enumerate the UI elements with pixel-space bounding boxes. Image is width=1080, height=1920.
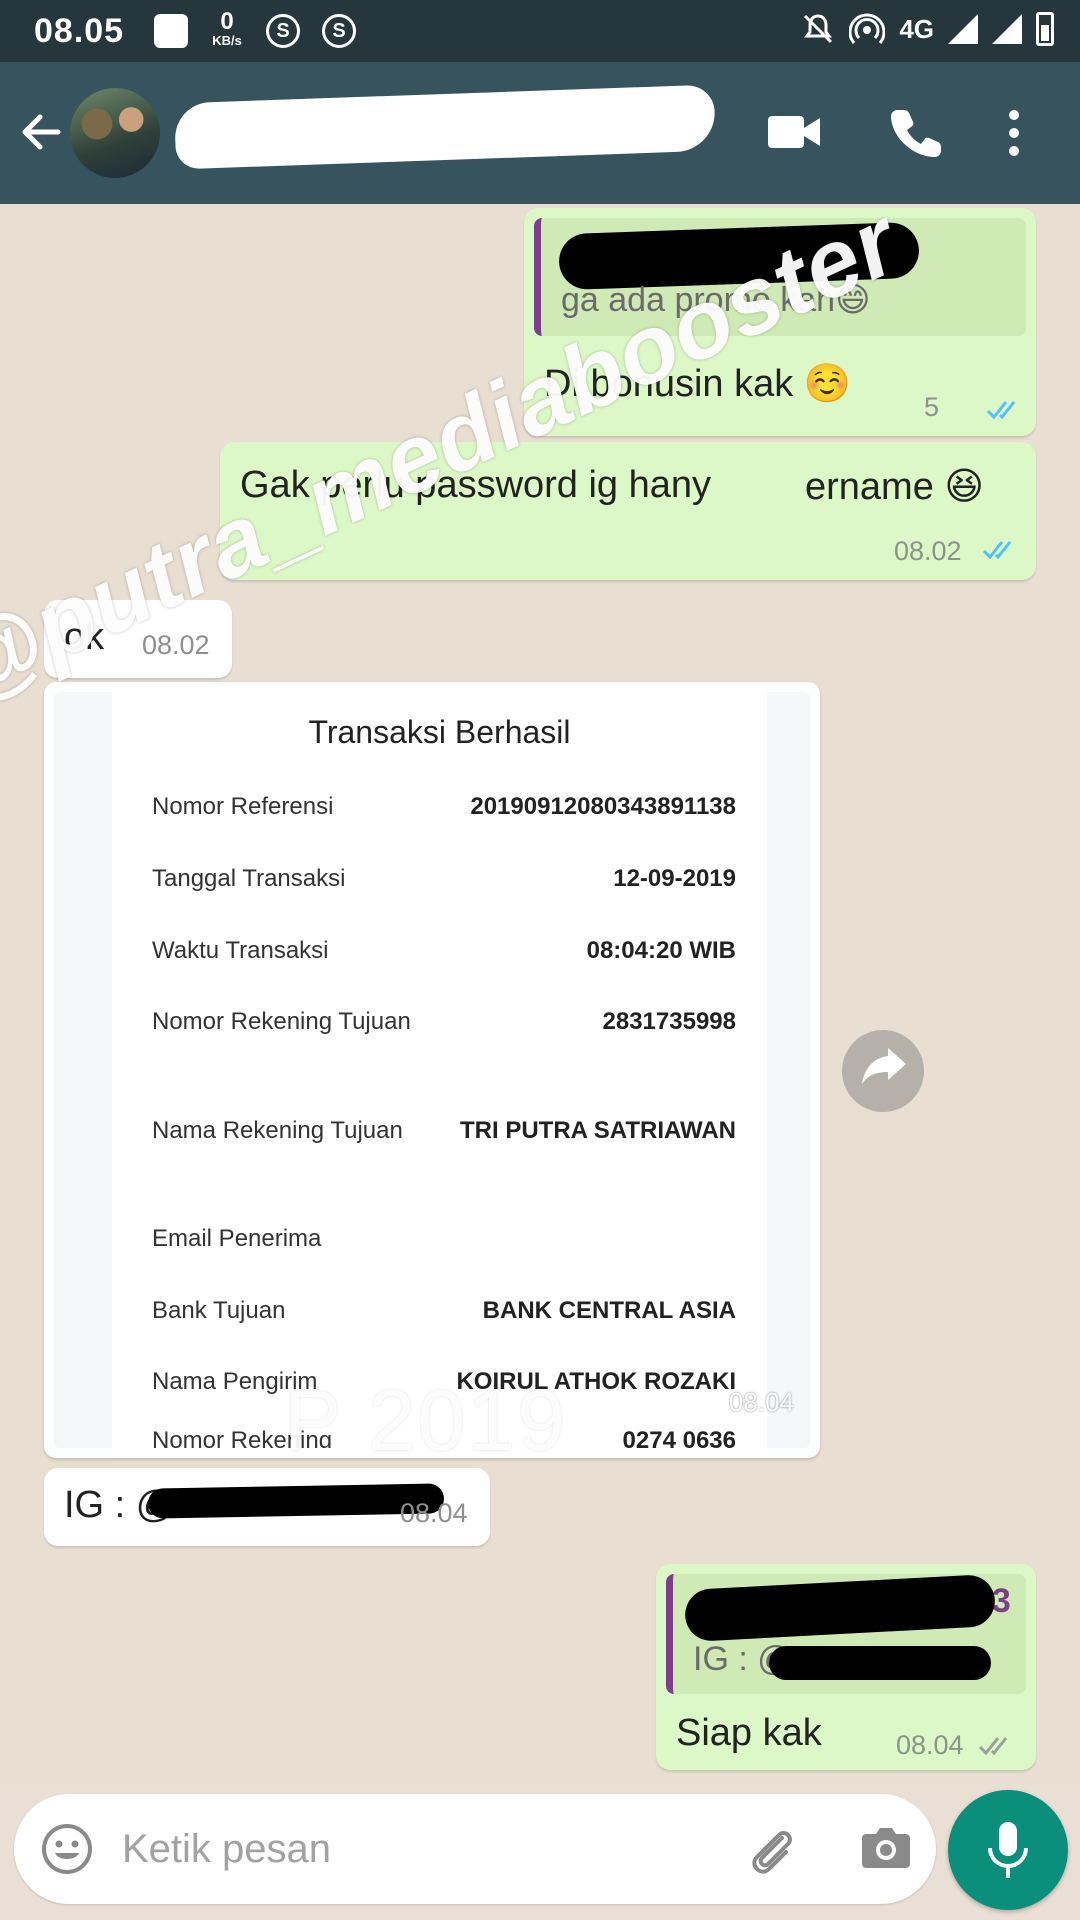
receipt-title: Transaksi Berhasil bbox=[308, 714, 571, 750]
notification-s-icon: S bbox=[266, 14, 300, 48]
image-message-receipt[interactable]: Transaksi Berhasil Nomor Referensi 20190… bbox=[44, 682, 820, 1458]
status-time: 08.05 bbox=[34, 12, 125, 50]
message-time: 08.04 bbox=[400, 1498, 468, 1528]
message-time: 08.02 bbox=[894, 536, 962, 566]
status-right-icons: 4G bbox=[801, 12, 1054, 46]
camera-icon[interactable] bbox=[860, 1824, 912, 1872]
redacted-quote-author bbox=[683, 1574, 997, 1643]
microphone-icon bbox=[988, 1822, 1028, 1878]
receipt-label: Tanggal Transaksi bbox=[152, 865, 346, 892]
network-speed: 0 KB/s bbox=[205, 8, 249, 48]
receipt-label: Nama Rekening Tujuan bbox=[152, 1117, 403, 1144]
receipt-value: 12-09-2019 bbox=[613, 865, 736, 892]
receipt-value: 08:04:20 WIB bbox=[586, 937, 736, 964]
more-options-icon[interactable] bbox=[1000, 108, 1028, 158]
signal-icon bbox=[948, 14, 978, 44]
message-time: 08.04 bbox=[896, 1730, 964, 1760]
message-composer bbox=[14, 1794, 936, 1904]
notification-square-icon bbox=[154, 14, 188, 48]
receipt-value: 20190912080343891138 bbox=[470, 793, 736, 820]
receipt-label: Nomor Rekening Tujuan bbox=[152, 1008, 411, 1035]
chat-area[interactable]: ga ada promo kah😄 Di bonusin kak ☺️ 5 Ga… bbox=[0, 204, 1080, 1784]
forward-button[interactable] bbox=[842, 1030, 924, 1112]
forward-icon bbox=[862, 1048, 906, 1084]
video-call-icon[interactable] bbox=[766, 110, 822, 154]
image-date-stamp: P 2019 bbox=[284, 1373, 568, 1458]
network-speed-value: 0 bbox=[220, 8, 234, 35]
receipt-label: Email Penerima bbox=[152, 1225, 322, 1252]
message-text: Siap kak bbox=[676, 1712, 822, 1754]
network-speed-unit: KB/s bbox=[212, 33, 242, 48]
emoji-icon[interactable] bbox=[40, 1822, 94, 1876]
delivered-receipt-icon bbox=[978, 1737, 1008, 1756]
message-time: 5 bbox=[924, 392, 940, 422]
quoted-message[interactable]: 63 IG : @ bbox=[666, 1574, 1026, 1694]
message-time: 08.04 bbox=[728, 1387, 794, 1417]
mute-icon bbox=[804, 14, 833, 44]
receipt-value: 2831735998 bbox=[602, 1008, 736, 1035]
network-type: 4G bbox=[899, 13, 934, 44]
voice-call-icon[interactable] bbox=[890, 106, 942, 158]
message-bubble-outgoing[interactable]: 63 IG : @ Siap kak 08.04 bbox=[656, 1564, 1036, 1770]
message-bubble-incoming[interactable]: IG : @ 08.04 bbox=[44, 1468, 490, 1546]
attach-icon[interactable] bbox=[744, 1822, 798, 1876]
receipt-value: 0274 0636 bbox=[622, 1427, 736, 1448]
notification-s-icon: S bbox=[322, 14, 356, 48]
contact-name[interactable]: [redacted] bbox=[174, 84, 716, 170]
hotspot-icon bbox=[849, 13, 886, 44]
receipt-label: Waktu Transaksi bbox=[152, 937, 329, 964]
read-receipt-icon bbox=[986, 401, 1016, 420]
voice-record-button[interactable] bbox=[948, 1790, 1068, 1910]
receipt-value: BANK CENTRAL ASIA bbox=[482, 1297, 736, 1324]
back-arrow-icon[interactable] bbox=[14, 104, 70, 160]
message-text-tail: ername 😆 bbox=[805, 466, 985, 508]
redacted-quote-text bbox=[769, 1646, 991, 1680]
receipt-screenshot: Transaksi Berhasil Nomor Referensi 20190… bbox=[54, 692, 810, 1448]
battery-icon bbox=[1036, 12, 1054, 46]
receipt-card: Transaksi Berhasil Nomor Referensi 20190… bbox=[112, 692, 767, 1448]
receipt-value: TRI PUTRA SATRIAWAN bbox=[460, 1117, 736, 1144]
message-input[interactable] bbox=[122, 1824, 722, 1874]
signal-icon bbox=[992, 14, 1022, 44]
chat-header: [redacted] bbox=[0, 62, 1080, 204]
avatar[interactable] bbox=[70, 88, 160, 178]
receipt-label: Bank Tujuan bbox=[152, 1297, 286, 1324]
read-receipt-icon bbox=[982, 541, 1012, 560]
status-bar: 08.05 0 KB/s S S 4G bbox=[0, 0, 1080, 62]
receipt-label: Nomor Referensi bbox=[152, 793, 334, 820]
